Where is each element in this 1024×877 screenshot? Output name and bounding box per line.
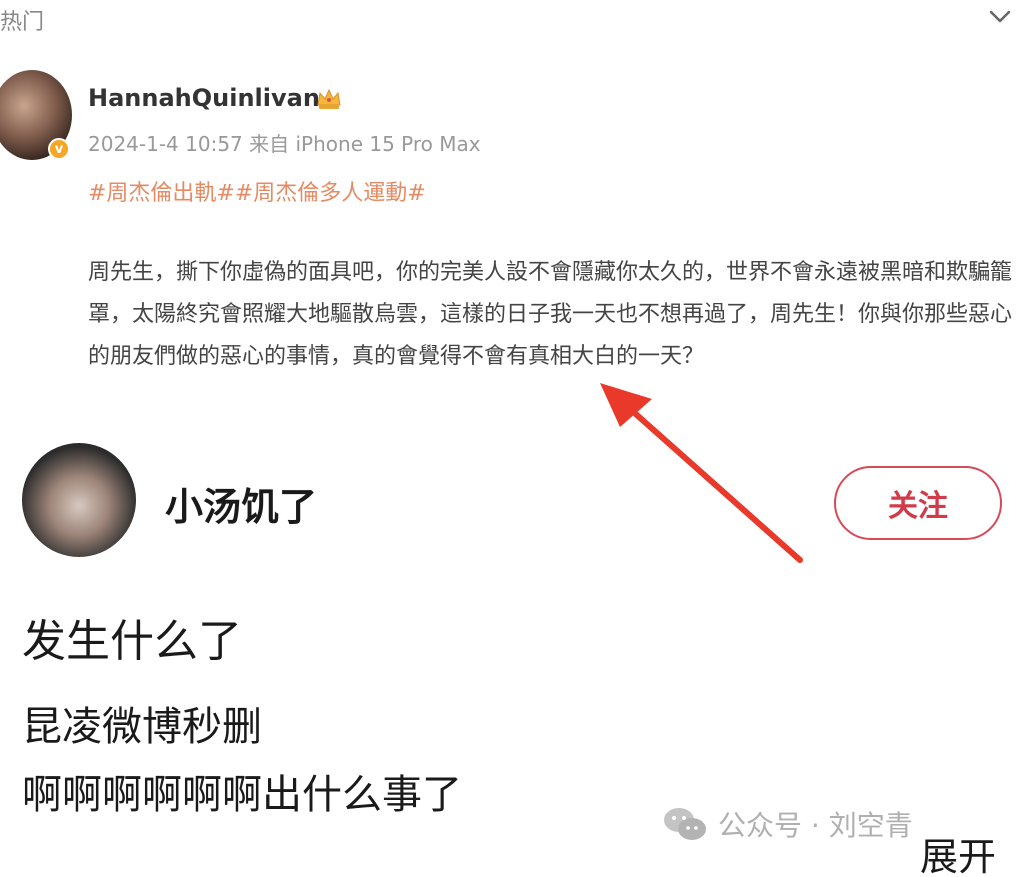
comment-line-1: 发生什么了 <box>22 616 242 667</box>
wechat-icon <box>664 808 706 840</box>
commenter-name[interactable]: 小汤饥了 <box>165 476 317 531</box>
post-author-name[interactable]: HannahQuinlivan <box>88 84 320 112</box>
tab-hot[interactable]: 热门 <box>0 4 44 36</box>
post-meta: 2024-1-4 10:57 来自 iPhone 15 Pro Max <box>88 132 481 156</box>
post-body-text: 周先生，撕下你虛偽的面具吧，你的完美人設不會隱藏你太久的，世界不會永遠被黑暗和欺… <box>88 260 1013 369</box>
commenter-avatar[interactable] <box>22 443 136 557</box>
comment-line-3: 啊啊啊啊啊啊出什么事了 <box>22 772 462 818</box>
watermark: 公众号 · 刘空青 <box>662 804 913 844</box>
comment-line-2: 昆凌微博秒删 <box>22 704 262 750</box>
red-arrow-annotation <box>600 383 803 563</box>
crown-icon <box>317 88 341 109</box>
post-topic-tags[interactable]: #周杰倫出軌##周杰倫多人運動# <box>88 175 426 207</box>
follow-button[interactable]: 关注 <box>834 466 1002 540</box>
expand-link[interactable]: 展开 <box>920 826 996 877</box>
chevron-down-icon[interactable] <box>988 6 1012 26</box>
verified-badge-icon: v <box>48 138 70 160</box>
watermark-text: 公众号 · 刘空青 <box>718 809 913 842</box>
